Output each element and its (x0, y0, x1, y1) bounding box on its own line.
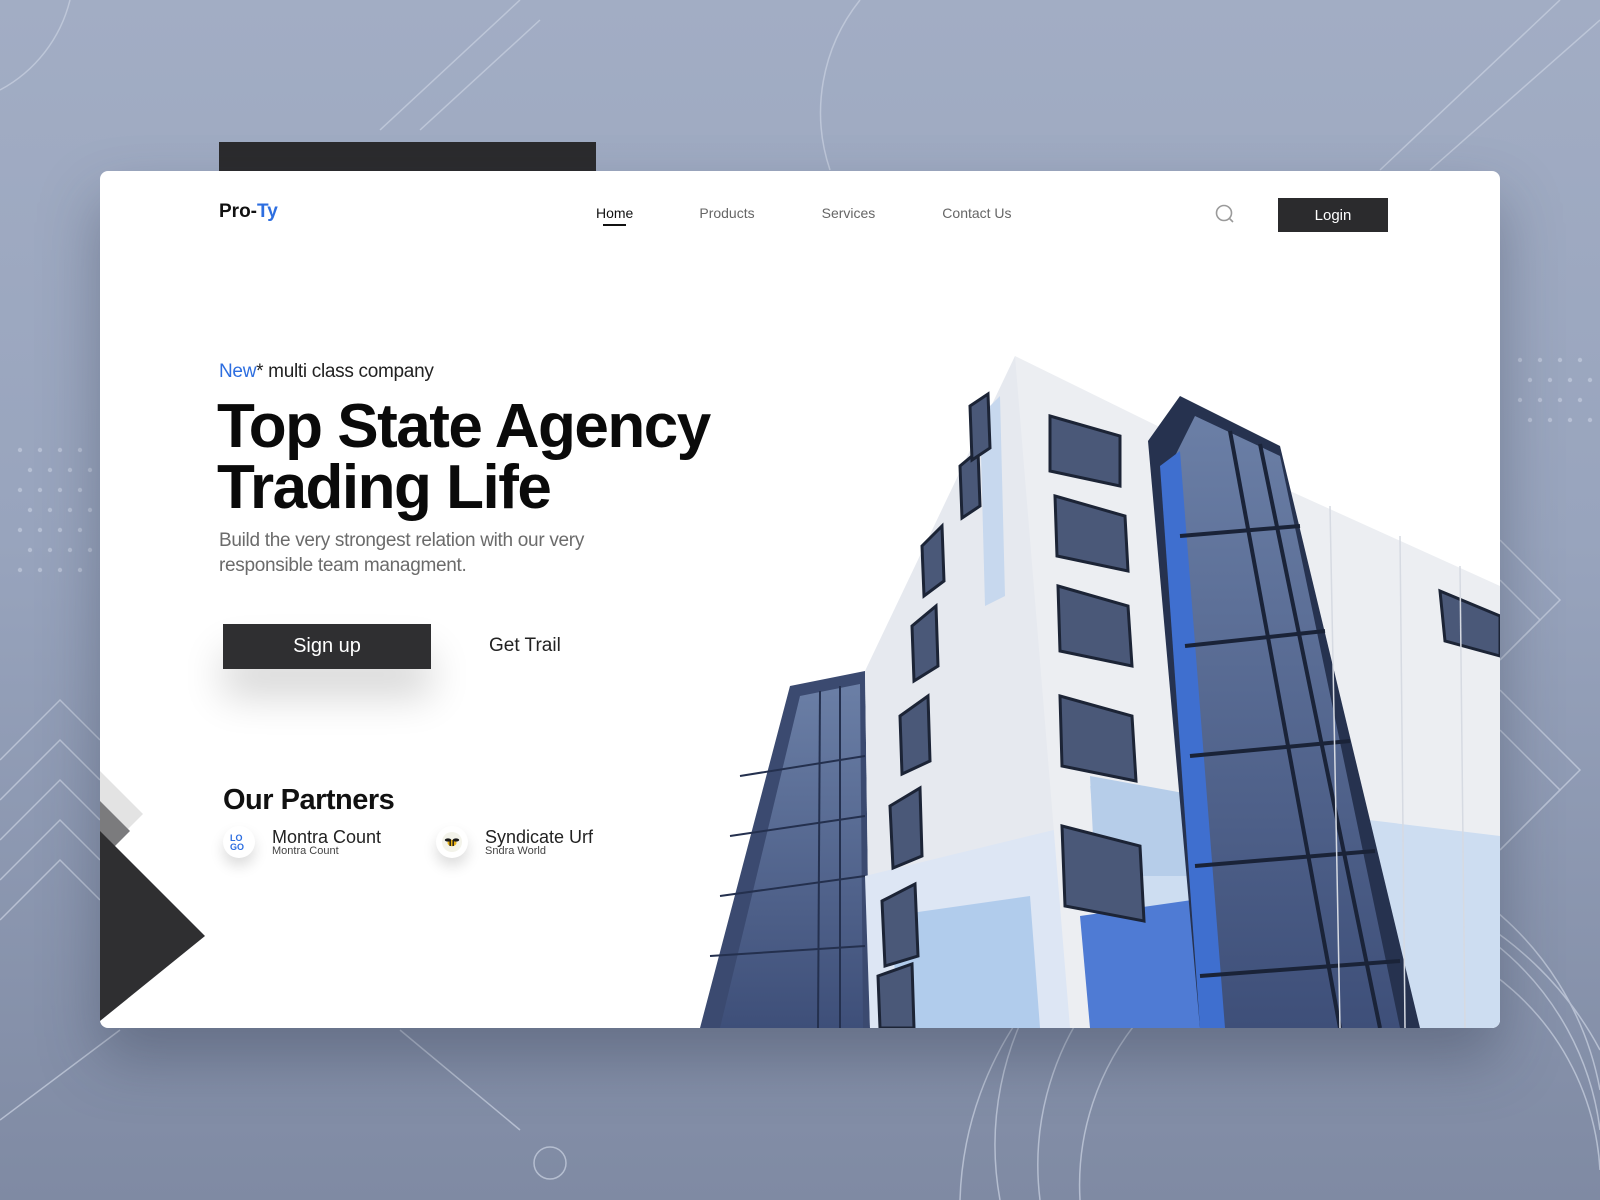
hero-subtext: Build the very strongest relation with o… (219, 530, 585, 576)
nav-item-products[interactable]: Products (699, 205, 754, 221)
login-button[interactable]: Login (1278, 198, 1388, 232)
tagline-new: New (219, 361, 257, 382)
hero-tagline: New* multi class company (219, 361, 434, 383)
landing-page-card: Pro-Ty Home Products Services Contact Us… (100, 171, 1500, 1028)
brand-accent: Ty (257, 201, 278, 222)
partner-item[interactable]: LO GO Montra Count Montra Count (223, 826, 381, 858)
partner-name: Montra Count (272, 826, 382, 847)
get-trail-link[interactable]: Get Trail (489, 635, 561, 657)
main-nav: Home Products Services Contact Us (596, 205, 1012, 226)
partner-subtitle: Sndra World (485, 844, 546, 857)
signup-button[interactable]: Sign up (223, 624, 431, 669)
logo-mark-bottom: GO (230, 842, 244, 852)
bee-icon (436, 826, 468, 858)
nav-item-contact-us[interactable]: Contact Us (942, 205, 1011, 221)
partner-name: Syndicate Urf (485, 826, 594, 847)
brand-prefix: Pro- (219, 201, 257, 222)
nav-item-services[interactable]: Services (822, 205, 876, 221)
tagline-rest: * multi class company (256, 361, 434, 382)
building-image (700, 356, 1500, 1028)
search-icon[interactable] (1215, 204, 1235, 224)
brand-logo[interactable]: Pro-Ty (219, 201, 278, 223)
partners-title: Our Partners (223, 784, 395, 816)
top-accent-bar (219, 142, 596, 172)
logo-icon: LO GO (223, 826, 255, 858)
nav-item-home[interactable]: Home (596, 205, 633, 226)
partner-item[interactable]: Syndicate Urf Sndra World (436, 826, 593, 858)
partner-subtitle: Montra Count (272, 844, 339, 857)
decorative-triangles (100, 771, 205, 1021)
